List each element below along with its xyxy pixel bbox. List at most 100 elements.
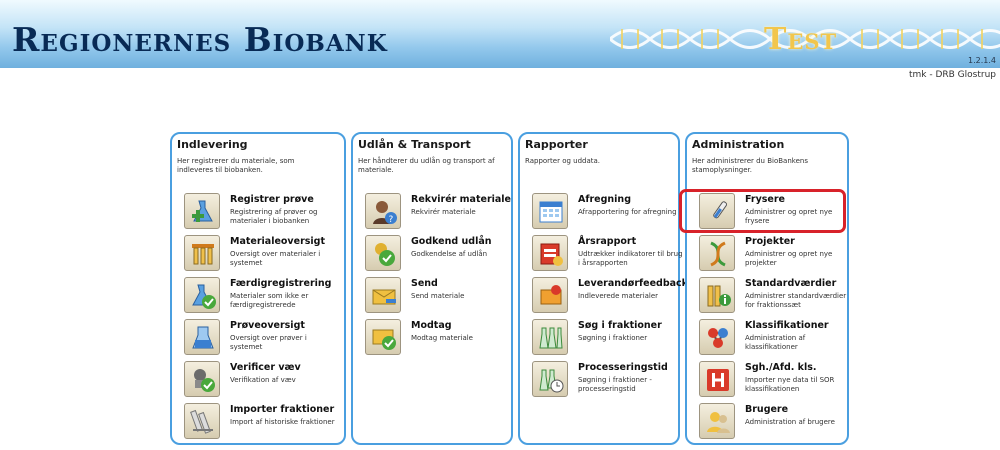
menu-item-description: Indleverede materialer — [578, 292, 659, 300]
menu-item-title: Klassifikationer — [745, 320, 829, 331]
menu-item-leverandorfeedback[interactable]: Leverandørfeedback Indleverede materiale… — [532, 277, 692, 317]
menu-item-standardvaerdier[interactable]: Standardværdier Administrer standardværd… — [699, 277, 859, 317]
menu-item-title: Årsrapport — [578, 236, 637, 247]
menu-item-description: Afrapportering for afregning — [578, 208, 677, 216]
panel-title: Indlevering — [177, 138, 248, 151]
menu-item-description: Oversigt over prøver i systemet — [230, 334, 307, 351]
menu-item-title: Processeringstid — [578, 362, 668, 373]
menu-item-frysere[interactable]: Frysere Administrer og opret nye frysere — [699, 193, 859, 233]
menu-item-send[interactable]: Send Send materiale — [365, 277, 525, 317]
flask-plus-icon — [184, 193, 220, 229]
import-tubes-icon — [184, 403, 220, 439]
menu-item-projekter[interactable]: Projekter Administrer og opret nye proje… — [699, 235, 859, 275]
feedback-icon — [532, 277, 568, 313]
send-box-icon — [365, 277, 401, 313]
user-info: tmk - DRB Glostrup — [908, 70, 996, 80]
person-request-icon: ? — [365, 193, 401, 229]
menu-item-klassifikationer[interactable]: Klassifikationer Administration af klass… — [699, 319, 859, 359]
panel-title: Rapporter — [525, 138, 588, 151]
menu-item-description: Importer nye data til SOR klassifikation… — [745, 376, 835, 393]
menu-item-description: Godkendelse af udlån — [411, 250, 488, 258]
menu-item-description: Administrer og opret nye frysere — [745, 208, 833, 225]
menu-item-description: Modtag materiale — [411, 334, 473, 342]
menu-item-title: Verificer væv — [230, 362, 301, 373]
menu-item-modtag[interactable]: Modtag Modtag materiale — [365, 319, 525, 359]
panel-description: Her registrerer du materiale, som indlev… — [177, 157, 295, 174]
app-title: Regionernes Biobank — [12, 20, 388, 59]
menu-item-godkend-udlaan[interactable]: Godkend udlån Godkendelse af udlån — [365, 235, 525, 275]
menu-item-description: Oversigt over materialer i systemet — [230, 250, 321, 267]
panel-description: Her administrerer du BioBankens stamoply… — [692, 157, 808, 174]
hospital-icon — [699, 361, 735, 397]
tubes-info-icon — [699, 277, 735, 313]
menu-item-description: Administrer og opret nye projekter — [745, 250, 833, 267]
menu-item-processeringstid[interactable]: Processeringstid Søgning i fraktioner - … — [532, 361, 692, 401]
menu-item-title: Standardværdier — [745, 278, 837, 289]
menu-item-proveoversigt[interactable]: Prøveoversigt Oversigt over prøver i sys… — [184, 319, 344, 359]
approve-check-icon — [365, 235, 401, 271]
molecule-icon — [699, 319, 735, 355]
menu-item-title: Sgh./Afd. kls. — [745, 362, 817, 373]
menu-item-title: Brugere — [745, 404, 789, 415]
menu-item-description: Administration af brugere — [745, 418, 835, 426]
menu-item-description: Administration af klassifikationer — [745, 334, 806, 351]
menu-item-aarsrapport[interactable]: Årsrapport Udtrækker indikatorer til bru… — [532, 235, 692, 275]
panel-description: Her håndterer du udlån og transport af m… — [358, 157, 495, 174]
panel-indlevering: Indlevering Her registrerer du materiale… — [170, 132, 346, 445]
menu-item-title: Leverandørfeedback — [578, 278, 688, 289]
panel-title: Administration — [692, 138, 785, 151]
bottles-icon — [532, 319, 568, 355]
menu-item-title: Frysere — [745, 194, 785, 205]
panel-administration: Administration Her administrerer du BioB… — [685, 132, 849, 445]
svg-text:?: ? — [389, 215, 394, 225]
test-tubes-icon — [184, 235, 220, 271]
menu-item-rekvirer-materiale[interactable]: ? Rekvirér materiale Rekvirér materiale — [365, 193, 525, 233]
menu-item-registrer-prove[interactable]: Registrer prøve Registrering af prøver o… — [184, 193, 344, 233]
menu-item-sog-i-fraktioner[interactable]: Søg i fraktioner Søgning i fraktioner — [532, 319, 692, 359]
menu-item-title: Søg i fraktioner — [578, 320, 662, 331]
menu-item-faerdigregistrering[interactable]: Færdigregistrering Materialer som ikke e… — [184, 277, 344, 317]
environment-badge: Test — [764, 22, 838, 57]
users-icon — [699, 403, 735, 439]
menu-item-title: Rekvirér materiale — [411, 194, 511, 205]
menu-item-description: Udtrækker indikatorer til brug i årsrapp… — [578, 250, 683, 267]
menu-item-sgh-afd-kls[interactable]: Sgh./Afd. kls. Importer nye data til SOR… — [699, 361, 859, 401]
menu-item-description: Registrering af prøver og materialer i b… — [230, 208, 318, 225]
panel-rapporter: Rapporter Rapporter og uddata. Afregning… — [518, 132, 688, 445]
menu-item-title: Importer fraktioner — [230, 404, 335, 415]
menu-item-brugere[interactable]: Brugere Administration af brugere — [699, 403, 859, 443]
menu-item-description: Søgning i fraktioner - processeringstid — [578, 376, 652, 393]
menu-item-title: Registrer prøve — [230, 194, 314, 205]
receive-box-icon — [365, 319, 401, 355]
menu-item-description: Send materiale — [411, 292, 465, 300]
menu-item-title: Projekter — [745, 236, 795, 247]
panel-udlaan-transport: Udlån & Transport Her håndterer du udlån… — [351, 132, 513, 445]
version-label: 1.2.1.4 — [968, 56, 996, 65]
menu-item-materialeoversigt[interactable]: Materialeoversigt Oversigt over material… — [184, 235, 344, 275]
app-header: Regionernes Biobank Test 1.2.1.4 — [0, 0, 1000, 68]
menu-item-title: Send — [411, 278, 438, 289]
menu-item-importer-fraktioner[interactable]: Importer fraktioner Import af historiske… — [184, 403, 344, 443]
menu-item-title: Afregning — [578, 194, 631, 205]
bottles-clock-icon — [532, 361, 568, 397]
menu-item-title: Færdigregistrering — [230, 278, 332, 289]
menu-item-afregning[interactable]: Afregning Afrapportering for afregning — [532, 193, 692, 233]
menu-item-description: Rekvirér materiale — [411, 208, 476, 216]
menu-item-title: Godkend udlån — [411, 236, 492, 247]
menu-item-description: Import af historiske fraktioner — [230, 418, 335, 426]
menu-item-title: Modtag — [411, 320, 452, 331]
menu-item-description: Søgning i fraktioner — [578, 334, 648, 342]
calendar-icon — [532, 193, 568, 229]
menu-item-description: Materialer som ikke er færdigregistrered… — [230, 292, 309, 309]
tissue-check-icon — [184, 361, 220, 397]
menu-item-description: Verifikation af væv — [230, 376, 296, 384]
thermometer-icon — [699, 193, 735, 229]
menu-item-description: Administrer standardværdier for fraktion… — [745, 292, 847, 309]
menu-item-title: Materialeoversigt — [230, 236, 325, 247]
dna-icon — [699, 235, 735, 271]
panel-description: Rapporter og uddata. — [525, 157, 601, 165]
panel-title: Udlån & Transport — [358, 138, 471, 151]
flask-check-icon — [184, 277, 220, 313]
menu-item-verificer-vaev[interactable]: Verificer væv Verifikation af væv — [184, 361, 344, 401]
menu-item-title: Prøveoversigt — [230, 320, 305, 331]
